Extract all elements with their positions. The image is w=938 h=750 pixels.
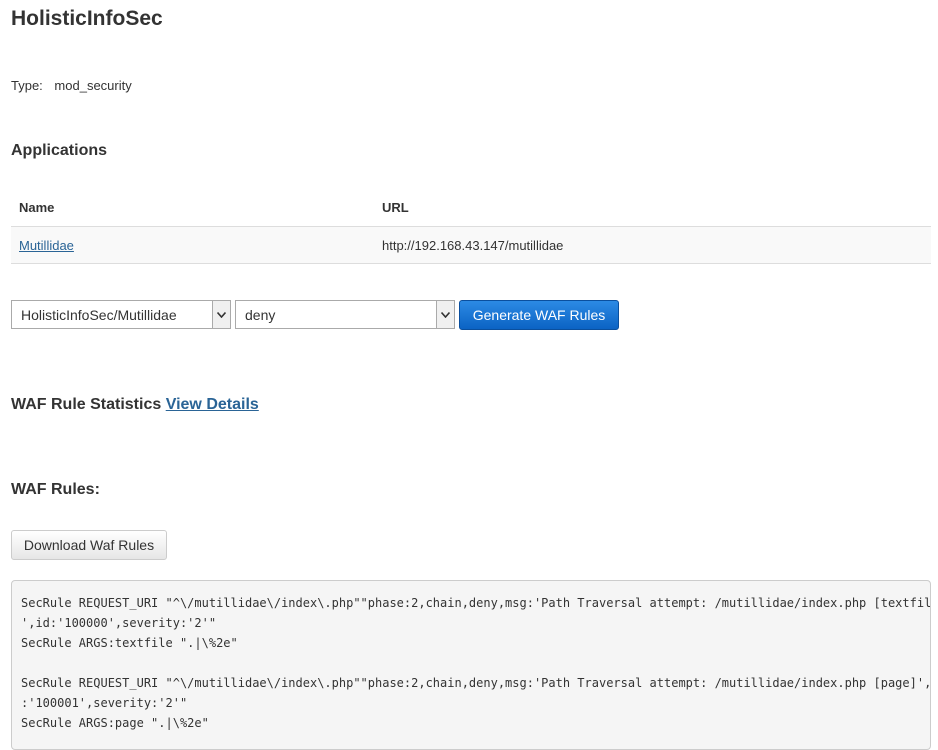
code-line: SecRule ARGS:textfile ".|\%2e" <box>21 636 238 650</box>
code-line: ',id:'100000',severity:'2'" <box>21 616 217 630</box>
application-select-value: HolisticInfoSec/Mutillidae <box>21 306 177 323</box>
code-line: SecRule REQUEST_URI "^\/mutillidae\/inde… <box>21 676 931 690</box>
table-header-row: Name URL <box>11 189 931 227</box>
code-line: :'100001',severity:'2'" <box>21 696 188 710</box>
view-details-link[interactable]: View Details <box>166 396 259 413</box>
type-label: Type: <box>11 78 43 93</box>
waf-rules-heading: WAF Rules: <box>11 481 100 498</box>
column-header-name: Name <box>11 189 374 227</box>
waf-rules-code-block: SecRule REQUEST_URI "^\/mutillidae\/inde… <box>11 580 931 750</box>
action-select[interactable]: deny <box>235 300 455 329</box>
type-value: mod_security <box>54 78 132 93</box>
action-select-value: deny <box>245 306 276 323</box>
type-line: Type: mod_security <box>11 78 132 93</box>
page-title: HolisticInfoSec <box>11 7 163 30</box>
generate-waf-rules-button[interactable]: Generate WAF Rules <box>459 300 619 330</box>
waf-rule-statistics: WAF Rule Statistics View Details <box>11 396 259 414</box>
code-line: SecRule ARGS:page ".|\%2e" <box>21 716 209 730</box>
chevron-down-icon[interactable] <box>212 301 230 328</box>
download-waf-rules-button[interactable]: Download Waf Rules <box>11 530 167 560</box>
app-name-cell: Mutillidae <box>11 226 374 264</box>
chevron-down-icon[interactable] <box>436 301 454 328</box>
application-select[interactable]: HolisticInfoSec/Mutillidae <box>11 300 231 329</box>
applications-heading: Applications <box>11 142 108 159</box>
table-row: Mutillidae http://192.168.43.147/mutilli… <box>11 226 931 264</box>
app-name-link[interactable]: Mutillidae <box>19 238 74 253</box>
column-header-url: URL <box>374 189 931 227</box>
code-line: SecRule REQUEST_URI "^\/mutillidae\/inde… <box>21 596 931 610</box>
app-url-cell: http://192.168.43.147/mutillidae <box>374 226 931 264</box>
waf-rule-statistics-label: WAF Rule Statistics <box>11 396 162 413</box>
applications-table: Name URL Mutillidae http://192.168.43.14… <box>11 189 931 264</box>
